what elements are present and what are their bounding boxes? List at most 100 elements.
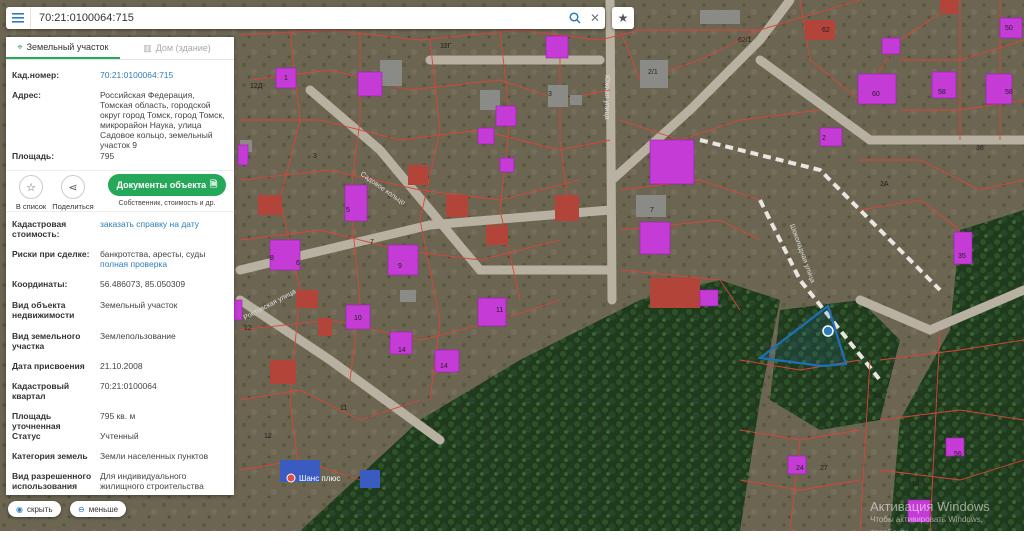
field-address: Адрес: Российская Федерация, Томская обл… <box>6 90 234 150</box>
action-label: Поделиться <box>52 202 94 211</box>
parcel-info-panel: ⌖ Земельный участок ▥ Дом (здание) Кад.н… <box>6 37 234 495</box>
field-label: Вид объекта недвижимости <box>12 300 75 320</box>
parcel-number-label: 586 <box>870 393 882 400</box>
hide-panel-button[interactable]: ◉ скрыть <box>8 501 61 517</box>
parcel-number-label: 58 <box>938 89 946 96</box>
field-label: Вид земельного участка <box>12 331 81 351</box>
parcel-number-label: 62 <box>822 27 830 34</box>
parcel-number-label: 6 <box>296 260 300 267</box>
minus-icon: ⊖ <box>78 504 85 514</box>
action-label: В список <box>15 202 47 211</box>
poi-marker-icon <box>286 473 296 483</box>
parcel-number-label: 9 <box>398 263 402 270</box>
menu-icon <box>12 13 24 23</box>
parcel-number-label: 50 <box>1005 25 1013 32</box>
document-icon: 🗎 <box>210 179 218 189</box>
field-cad-number: Кад.номер: 70:21:0100064:715 <box>6 70 234 80</box>
field-label: Кад.номер: <box>12 70 60 80</box>
parcel-number-label: 54 <box>912 481 920 488</box>
field-label: Статус <box>12 431 41 441</box>
full-check-link[interactable]: полная проверка <box>100 259 228 269</box>
favorites-button[interactable]: ★ <box>612 7 634 29</box>
field-assigned: Дата присвоения 21.10.2008 <box>6 361 234 371</box>
field-value: 21.10.2008 <box>100 361 143 371</box>
parcel-number-label: 2/1 <box>648 69 658 76</box>
field-value: Для индивидуального жилищного строительс… <box>100 471 204 491</box>
documents-label: Документы объекта <box>116 180 207 190</box>
parcel-number-label: 10 <box>354 315 362 322</box>
field-value: Земельный участок <box>100 300 178 310</box>
field-label: Дата присвоения <box>12 361 85 371</box>
watermark-line1: Активация Windows <box>870 499 990 514</box>
field-value: 795 кв. м <box>100 411 136 421</box>
hide-label: скрыть <box>26 504 53 514</box>
collapse-panel-button[interactable]: ⊖ меньше <box>70 501 127 517</box>
search-input[interactable] <box>31 9 565 27</box>
parcel-number-label: 56 <box>954 451 962 458</box>
field-land-type: Вид земельного участка Землепользование <box>6 331 234 351</box>
watermark-line2: Чтобы активировать Windows, перейдите <box>870 515 983 537</box>
share-icon: ⋖ <box>61 175 85 199</box>
field-value: Учтенный <box>100 431 139 441</box>
documents-button[interactable]: Документы объекта 🗎 <box>108 174 226 196</box>
parcel-number-label: 8 <box>270 255 274 262</box>
actions-bar: ☆ В список ⋖ Поделиться Документы объект… <box>6 170 234 212</box>
close-icon[interactable]: ✕ <box>585 7 605 29</box>
parcel-number-label: 5 <box>346 207 350 214</box>
field-label: Кадастровая стоимость: <box>12 219 67 239</box>
parcel-number-label: 7 <box>650 207 654 214</box>
field-area-precise: Площадь уточненная 795 кв. м <box>6 411 234 431</box>
field-label: Кадастровый квартал <box>12 381 70 401</box>
search-bar: ✕ <box>6 7 605 29</box>
field-label: Категория земель <box>12 451 88 461</box>
field-category: Категория земель Земли населенных пункто… <box>6 451 234 461</box>
parcel-number-label: 11 <box>496 307 503 314</box>
windows-watermark: Активация Windows Чтобы активировать Win… <box>870 500 1024 539</box>
parcel-number-label: 11 <box>340 405 347 412</box>
parcel-number-label: 12Д <box>250 83 263 90</box>
search-icon[interactable] <box>565 7 585 29</box>
parcel-number-label: 58 <box>1005 89 1013 96</box>
cad-number-link[interactable]: 70:21:0100064:715 <box>100 70 228 80</box>
parcel-number-label: 24 <box>796 465 804 472</box>
parcel-number-label: 58 <box>920 415 928 422</box>
field-value: Российская Федерация, Томская область, г… <box>100 90 225 150</box>
parcel-number-label: 35 <box>958 253 966 260</box>
field-area: Площадь: 795 <box>6 151 234 161</box>
eye-icon: ◉ <box>16 504 23 514</box>
selected-parcel-marker <box>822 325 834 337</box>
field-status: Статус Учтенный <box>6 431 234 441</box>
parcel-number-label: 14 <box>440 363 448 370</box>
parcel-number-label: 27 <box>820 465 828 472</box>
parcel-number-label: 14 <box>398 347 406 354</box>
add-to-list-button[interactable]: ☆ В список <box>10 175 52 211</box>
order-certificate-link[interactable]: заказать справку на дату <box>100 219 228 239</box>
parcel-number-label: 62/1 <box>738 37 752 44</box>
road-label: Южная улица <box>603 75 610 120</box>
share-button[interactable]: ⋖ Поделиться <box>52 175 94 211</box>
tab-label: Дом (здание) <box>155 43 211 53</box>
field-label: Вид разрешенного использования <box>12 471 92 491</box>
field-coords: Координаты: 56.486073, 85.050309 <box>6 279 234 289</box>
tab-land-plot[interactable]: ⌖ Земельный участок <box>6 37 120 59</box>
field-value: банкротства, аресты, суды <box>100 249 206 259</box>
tab-building[interactable]: ▥ Дом (здание) <box>120 37 234 59</box>
parcel-number-label: 2А <box>880 181 889 188</box>
field-label: Координаты: <box>12 279 68 289</box>
field-permitted-use: Вид разрешенного использования Для индив… <box>6 471 234 491</box>
star-outline-icon: ☆ <box>19 175 43 199</box>
parcel-number-label: 3 <box>313 153 317 160</box>
parcel-number-label: 36 <box>976 145 984 152</box>
parcel-number-label: 2 <box>822 135 826 142</box>
menu-button[interactable] <box>6 7 31 29</box>
poi-label[interactable]: Шанс плюс <box>299 474 340 483</box>
parcel-number-label: 60 <box>872 91 880 98</box>
field-value: 70:21:0100064 <box>100 381 157 391</box>
field-object-type: Вид объекта недвижимости Земельный участ… <box>6 300 234 320</box>
location-icon: ⌖ <box>17 41 23 52</box>
field-value: Земли населенных пунктов <box>100 451 209 461</box>
field-label: Площадь уточненная <box>12 411 61 431</box>
parcel-number-label: 3 <box>548 91 552 98</box>
building-icon: ▥ <box>143 42 152 53</box>
field-label: Адрес: <box>12 90 41 100</box>
